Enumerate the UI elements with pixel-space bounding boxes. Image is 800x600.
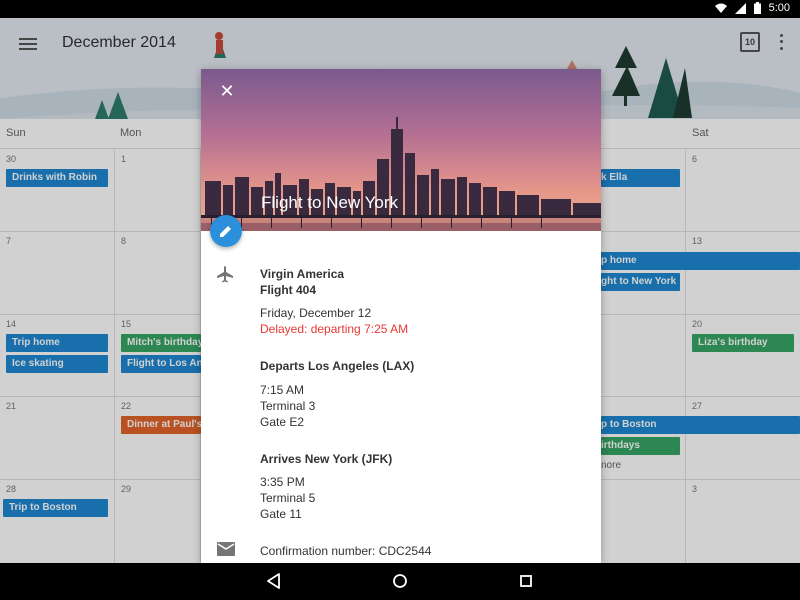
departure-time: 7:15 AM (260, 383, 305, 397)
flight-icon (217, 266, 233, 283)
back-icon[interactable] (264, 571, 284, 591)
nav-bar (0, 563, 800, 600)
departure-gate: Gate E2 (260, 415, 305, 429)
event-title: Flight to New York (261, 193, 399, 212)
flight-number: Flight 404 (260, 283, 317, 297)
status-bar: 5:00 (0, 0, 800, 18)
event-detail-card: ✕ Flight to New York Virgin America Flig… (201, 69, 601, 563)
status-time: 5:00 (768, 2, 790, 14)
email-icon (217, 542, 235, 556)
confirmation-number: Confirmation number: CDC2544 (260, 544, 432, 558)
home-icon[interactable] (390, 571, 410, 591)
edit-icon (220, 226, 231, 237)
close-icon[interactable]: ✕ (217, 81, 237, 101)
flight-date: Friday, December 12 (260, 306, 372, 320)
battery-icon (753, 2, 761, 14)
signal-icon (734, 2, 746, 14)
airline-name: Virgin America (260, 267, 345, 281)
arrival-header: Arrives New York (JFK) (260, 452, 393, 466)
arrival-gate: Gate 11 (260, 507, 302, 521)
delay-status: Delayed: departing 7:25 AM (260, 322, 409, 336)
recents-icon[interactable] (516, 571, 536, 591)
status-icons: 5:00 (714, 2, 790, 14)
wifi-icon (714, 3, 727, 13)
arrival-terminal: Terminal 5 (260, 491, 316, 505)
edit-button[interactable] (210, 215, 242, 247)
departure-terminal: Terminal 3 (260, 399, 316, 413)
arrival-time: 3:35 PM (260, 475, 305, 489)
departure-header: Departs Los Angeles (LAX) (260, 359, 415, 373)
hero-image: ✕ Flight to New York (201, 69, 601, 231)
